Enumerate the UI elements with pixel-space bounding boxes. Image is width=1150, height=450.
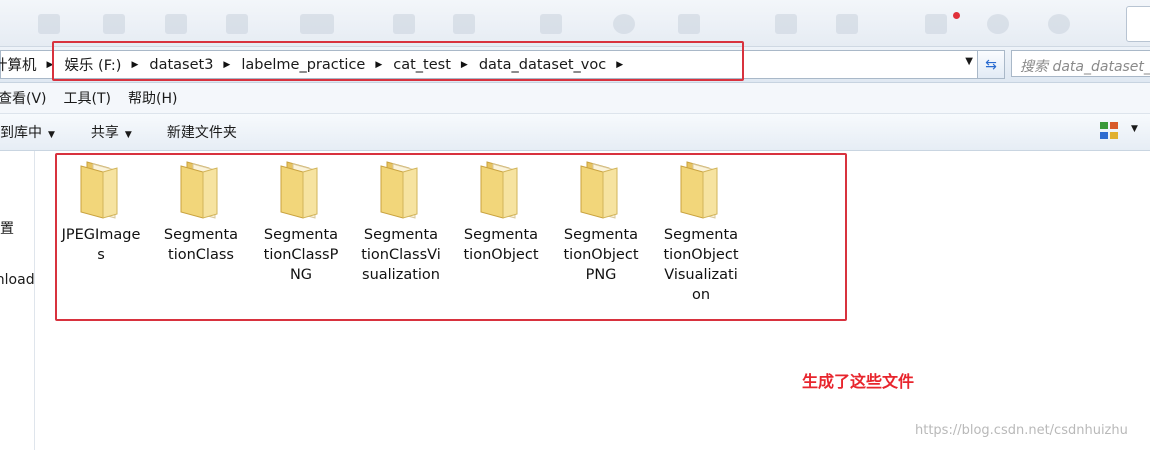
- ribbon-pen-icon[interactable]: [613, 14, 635, 34]
- include-library-label: 包含到库中: [0, 125, 42, 141]
- crumb-computer[interactable]: 计算机: [0, 54, 39, 75]
- search-placeholder: 搜索 data_dataset_voc: [1020, 59, 1150, 75]
- redo-icon[interactable]: [1048, 14, 1070, 34]
- chevron-down-icon: ▼: [48, 130, 55, 140]
- nav-recent-places[interactable]: 最近访问的位置: [0, 218, 14, 238]
- address-highlight-box: [52, 41, 744, 81]
- ribbon-doc-icon[interactable]: [103, 14, 125, 34]
- ribbon-code-icon[interactable]: [300, 14, 334, 34]
- search-input[interactable]: 搜索 data_dataset_voc: [1011, 50, 1150, 77]
- ribbon-toolbar: [0, 0, 1150, 47]
- ribbon-table-icon[interactable]: [453, 14, 475, 34]
- share-button[interactable]: 共享 ▼: [91, 122, 132, 142]
- ribbon-box-icon[interactable]: [540, 14, 562, 34]
- annotation-text: 生成了这些文件: [802, 372, 915, 391]
- ribbon-user-icon[interactable]: [836, 14, 858, 34]
- refresh-button[interactable]: ⇆: [977, 50, 1005, 79]
- ribbon-binoculars-icon[interactable]: [226, 14, 248, 34]
- window-edge: [1126, 6, 1150, 42]
- undo-icon[interactable]: [987, 14, 1009, 34]
- notification-badge: [953, 12, 960, 19]
- ribbon-grid-icon-2[interactable]: [678, 14, 700, 34]
- ribbon-calendar-icon[interactable]: [925, 14, 947, 34]
- ribbon-grid-icon[interactable]: [38, 14, 60, 34]
- chevron-down-icon[interactable]: ▼: [965, 56, 973, 67]
- ribbon-list-icon[interactable]: [393, 14, 415, 34]
- command-toolbar: 包含到库中 ▼ 共享 ▼ 新建文件夹 ▼: [0, 114, 1150, 151]
- new-folder-button[interactable]: 新建文件夹: [167, 122, 237, 142]
- navigation-pane: 最近访问的位置 Downloads: [0, 151, 35, 450]
- share-label: 共享: [90, 125, 119, 141]
- view-options-icon[interactable]: [1100, 122, 1120, 140]
- menu-tools[interactable]: 工具(T): [64, 88, 111, 108]
- nav-downloads[interactable]: Downloads: [0, 272, 34, 288]
- menu-bar: 查看(V) 工具(T) 帮助(H): [0, 83, 1150, 114]
- include-library-button[interactable]: 包含到库中 ▼: [0, 122, 55, 142]
- ribbon-upload-icon[interactable]: [775, 14, 797, 34]
- chevron-down-icon: ▼: [124, 130, 132, 140]
- refresh-icon: ⇆: [985, 56, 997, 73]
- menu-help[interactable]: 帮助(H): [128, 88, 177, 108]
- watermark: https://blog.csdn.net/csdnhuizhu: [915, 423, 1128, 438]
- chevron-down-icon[interactable]: ▼: [1131, 124, 1138, 134]
- ribbon-doc-icon-2[interactable]: [165, 14, 187, 34]
- files-highlight-box: [55, 153, 847, 321]
- menu-view[interactable]: 查看(V): [0, 88, 47, 108]
